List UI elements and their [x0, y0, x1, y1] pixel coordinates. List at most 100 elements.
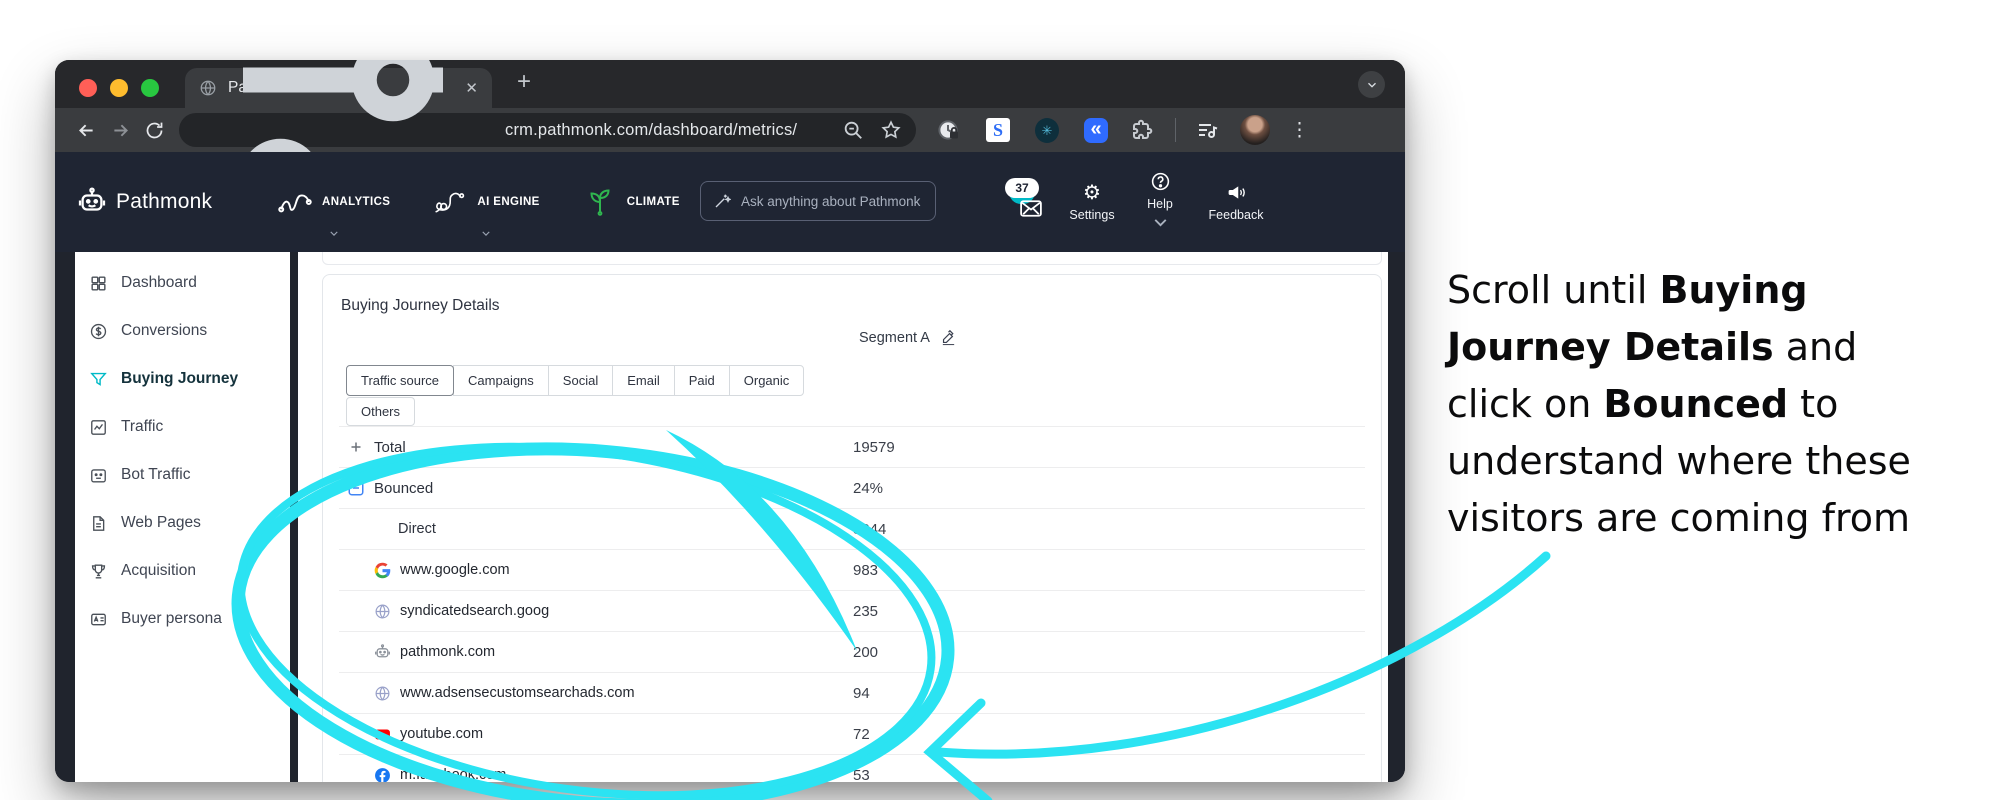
page-icon: [89, 514, 108, 533]
filter-tabs: Traffic source Campaigns Social Email Paid Or…: [346, 365, 805, 396]
sidebar-item-acquisition[interactable]: Acquisition: [75, 547, 290, 595]
help-button[interactable]: Help: [1127, 152, 1193, 252]
new-tab-button[interactable]: +: [517, 68, 531, 96]
feedback-label: Feedback: [1208, 208, 1264, 222]
settings-button[interactable]: ⚙ Settings: [1057, 152, 1127, 252]
filter-tab-email[interactable]: Email: [612, 365, 675, 396]
filter-tab-social[interactable]: Social: [547, 365, 614, 396]
nav-item-ai-engine[interactable]: AI ENGINE: [432, 152, 539, 252]
table-row-syndicatedsearch-goog[interactable]: syndicatedsearch.goog 235: [339, 591, 1365, 632]
traffic-source-table: Total 19579 Bounced 24% Direct 3044 www.goog…: [339, 426, 1365, 782]
minus-square-icon[interactable]: [347, 479, 365, 497]
sidebar-item-label: Conversions: [121, 322, 208, 339]
sidebar-item-bot-traffic[interactable]: Bot Traffic: [75, 451, 290, 499]
chat-extension-icon: ✳: [1035, 117, 1059, 143]
row-label: syndicatedsearch.goog: [400, 603, 550, 619]
bookmark-star-icon[interactable]: [880, 119, 902, 141]
forward-arrow-icon: [110, 120, 131, 141]
sidebar-item-conversions[interactable]: Conversions: [75, 307, 290, 355]
app-body: Dashboard Conversions Buying Journey Tra…: [55, 252, 1405, 782]
table-row-youtube-com[interactable]: youtube.com 72: [339, 714, 1365, 755]
filter-tabs-row2: Others: [346, 397, 416, 426]
chevron-down-icon: [1365, 78, 1379, 92]
zoom-out-icon[interactable]: [842, 119, 864, 141]
row-value: 3044: [853, 520, 887, 538]
sidebar: Dashboard Conversions Buying Journey Tra…: [75, 252, 290, 782]
table-row-bounced[interactable]: Bounced 24%: [339, 468, 1365, 509]
row-label: youtube.com: [400, 726, 484, 742]
table-row-www-google-com[interactable]: www.google.com 983: [339, 550, 1365, 591]
notifications-button[interactable]: 37: [999, 152, 1061, 252]
table-row-www-adsensecustomsearchads-com[interactable]: www.adsensecustomsearchads.com 94: [339, 673, 1365, 714]
nav-item-analytics[interactable]: ANALYTICS: [277, 152, 390, 252]
filter-tab-organic[interactable]: Organic: [728, 365, 805, 396]
table-row-m-facebook-com[interactable]: m.facebook.com 53: [339, 755, 1365, 782]
nav-label: AI ENGINE: [477, 196, 540, 208]
extensions-menu-button[interactable]: [1129, 117, 1155, 143]
filter-tab-campaigns[interactable]: Campaigns: [453, 365, 549, 396]
pencil-icon[interactable]: [940, 329, 957, 346]
chat-extension-icon[interactable]: ✳: [1034, 117, 1060, 143]
nav-item-climate[interactable]: CLIMATE: [582, 152, 680, 252]
ask-placeholder: Ask anything about Pathmonk: [741, 193, 921, 209]
row-value: 53: [853, 766, 870, 783]
sidebar-item-buying-journey[interactable]: Buying Journey: [75, 355, 290, 403]
sidebar-item-label: Buying Journey: [121, 370, 239, 387]
forward-button[interactable]: [103, 115, 137, 145]
robot-icon: [77, 187, 107, 217]
row-label: Total: [374, 438, 406, 456]
minimize-window-button[interactable]: [110, 79, 128, 97]
close-window-button[interactable]: [79, 79, 97, 97]
avatar[interactable]: [1240, 115, 1270, 145]
annotation-line: visitors are coming from: [1447, 496, 1911, 540]
browser-window: Pathmonk ✕ + crm.pathmonk.com/dashboard/…: [55, 60, 1405, 782]
chevron-down-icon: [327, 227, 340, 240]
filter-tab-paid[interactable]: Paid: [673, 365, 730, 396]
media-controls-button[interactable]: [1194, 117, 1220, 143]
sidebar-item-buyer-persona[interactable]: Buyer persona: [75, 595, 290, 643]
sidebar-item-label: Bot Traffic: [121, 466, 191, 483]
tab-list-chevron-button[interactable]: [1358, 71, 1385, 98]
browser-menu-button[interactable]: ⋮: [1290, 119, 1309, 142]
megaphone-icon: [1226, 182, 1247, 203]
zoom-window-button[interactable]: [141, 79, 159, 97]
rewind-extension-icon[interactable]: «: [1083, 117, 1109, 143]
youtube-favicon: [374, 726, 391, 743]
row-label: Direct: [398, 521, 436, 537]
reload-button[interactable]: [137, 115, 171, 145]
address-bar[interactable]: crm.pathmonk.com/dashboard/metrics/: [179, 60, 916, 222]
feedback-button[interactable]: Feedback: [1193, 152, 1279, 252]
app-nav: ANALYTICS AI ENGINE CLIMATE: [277, 152, 680, 252]
analytics-squiggle-icon: [277, 188, 313, 216]
annotation-line: Scroll until Buying: [1447, 268, 1808, 312]
url-text: crm.pathmonk.com/dashboard/metrics/: [505, 120, 798, 139]
sidebar-item-label: Web Pages: [121, 514, 201, 531]
chart-icon: [89, 418, 108, 437]
table-row-pathmonk-com[interactable]: pathmonk.com 200: [339, 632, 1365, 673]
privacy-extension-icon[interactable]: [936, 117, 962, 143]
dollar-circle-icon: [89, 322, 108, 341]
ask-search-box[interactable]: Ask anything about Pathmonk: [700, 181, 936, 221]
sidebar-item-dashboard[interactable]: Dashboard: [75, 259, 290, 307]
wand-icon: [713, 192, 731, 210]
filter-tab-others[interactable]: Others: [346, 397, 416, 426]
back-arrow-icon: [76, 120, 97, 141]
sidebar-item-label: Buyer persona: [121, 610, 222, 627]
sidebar-item-label: Dashboard: [121, 274, 197, 291]
segment-selector[interactable]: Segment A: [859, 329, 957, 346]
back-button[interactable]: [69, 115, 103, 145]
annotation-line: Journey Details and: [1447, 325, 1858, 369]
plus-icon[interactable]: [347, 438, 365, 456]
stripe-extension-icon: S: [986, 118, 1010, 142]
sidebar-item-web-pages[interactable]: Web Pages: [75, 499, 290, 547]
table-row-direct[interactable]: Direct 3044: [339, 509, 1365, 550]
reload-icon: [144, 120, 165, 141]
table-row-total[interactable]: Total 19579: [339, 427, 1365, 468]
climate-sprout-icon: [582, 188, 618, 216]
brand-logo[interactable]: Pathmonk: [77, 152, 212, 252]
google-favicon: [374, 562, 391, 579]
filter-tab-traffic-source[interactable]: Traffic source: [346, 365, 455, 396]
row-value: 983: [853, 561, 879, 579]
sidebar-item-traffic[interactable]: Traffic: [75, 403, 290, 451]
stripe-extension-icon[interactable]: S: [985, 117, 1011, 143]
